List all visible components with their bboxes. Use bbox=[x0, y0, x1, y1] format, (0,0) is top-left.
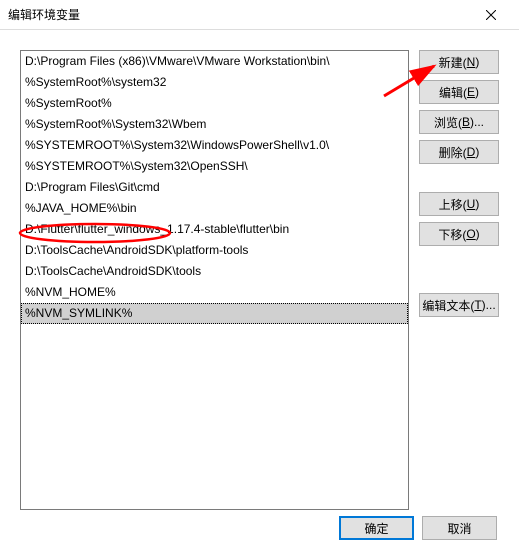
ok-button[interactable]: 确定 bbox=[339, 516, 414, 540]
list-item[interactable]: D:\Program Files (x86)\VMware\VMware Wor… bbox=[21, 51, 408, 72]
list-item[interactable]: %SYSTEMROOT%\System32\WindowsPowerShell\… bbox=[21, 135, 408, 156]
list-item[interactable]: %SystemRoot%\System32\Wbem bbox=[21, 114, 408, 135]
browse-button[interactable]: 浏览(B)... bbox=[419, 110, 499, 134]
close-button[interactable] bbox=[471, 0, 511, 30]
edittext-button[interactable]: 编辑文本(T)... bbox=[419, 293, 499, 317]
delete-button[interactable]: 删除(D) bbox=[419, 140, 499, 164]
movedown-button[interactable]: 下移(O) bbox=[419, 222, 499, 246]
list-item[interactable]: %NVM_HOME% bbox=[21, 282, 408, 303]
list-item[interactable]: %SystemRoot% bbox=[21, 93, 408, 114]
list-item[interactable]: %NVM_SYMLINK% bbox=[21, 303, 408, 324]
list-item[interactable]: D:\ToolsCache\AndroidSDK\tools bbox=[21, 261, 408, 282]
button-column: 新建(N) 编辑(E) 浏览(B)... 删除(D) 上移(U) 下移(O) 编… bbox=[419, 50, 499, 510]
moveup-button[interactable]: 上移(U) bbox=[419, 192, 499, 216]
list-item[interactable]: D:\ToolsCache\AndroidSDK\platform-tools bbox=[21, 240, 408, 261]
list-item[interactable]: D:\Flutter\flutter_windows_1.17.4-stable… bbox=[21, 219, 408, 240]
dialog-content: D:\Program Files (x86)\VMware\VMware Wor… bbox=[0, 30, 519, 520]
cancel-button[interactable]: 取消 bbox=[422, 516, 497, 540]
list-item[interactable]: %SystemRoot%\system32 bbox=[21, 72, 408, 93]
window-title: 编辑环境变量 bbox=[8, 6, 471, 23]
path-listbox[interactable]: D:\Program Files (x86)\VMware\VMware Wor… bbox=[20, 50, 409, 510]
list-item[interactable]: D:\Program Files\Git\cmd bbox=[21, 177, 408, 198]
bottom-bar: 确定 取消 bbox=[339, 516, 497, 540]
close-icon bbox=[486, 10, 496, 20]
new-button[interactable]: 新建(N) bbox=[419, 50, 499, 74]
titlebar: 编辑环境变量 bbox=[0, 0, 519, 30]
edit-button[interactable]: 编辑(E) bbox=[419, 80, 499, 104]
list-item[interactable]: %SYSTEMROOT%\System32\OpenSSH\ bbox=[21, 156, 408, 177]
list-item[interactable]: %JAVA_HOME%\bin bbox=[21, 198, 408, 219]
